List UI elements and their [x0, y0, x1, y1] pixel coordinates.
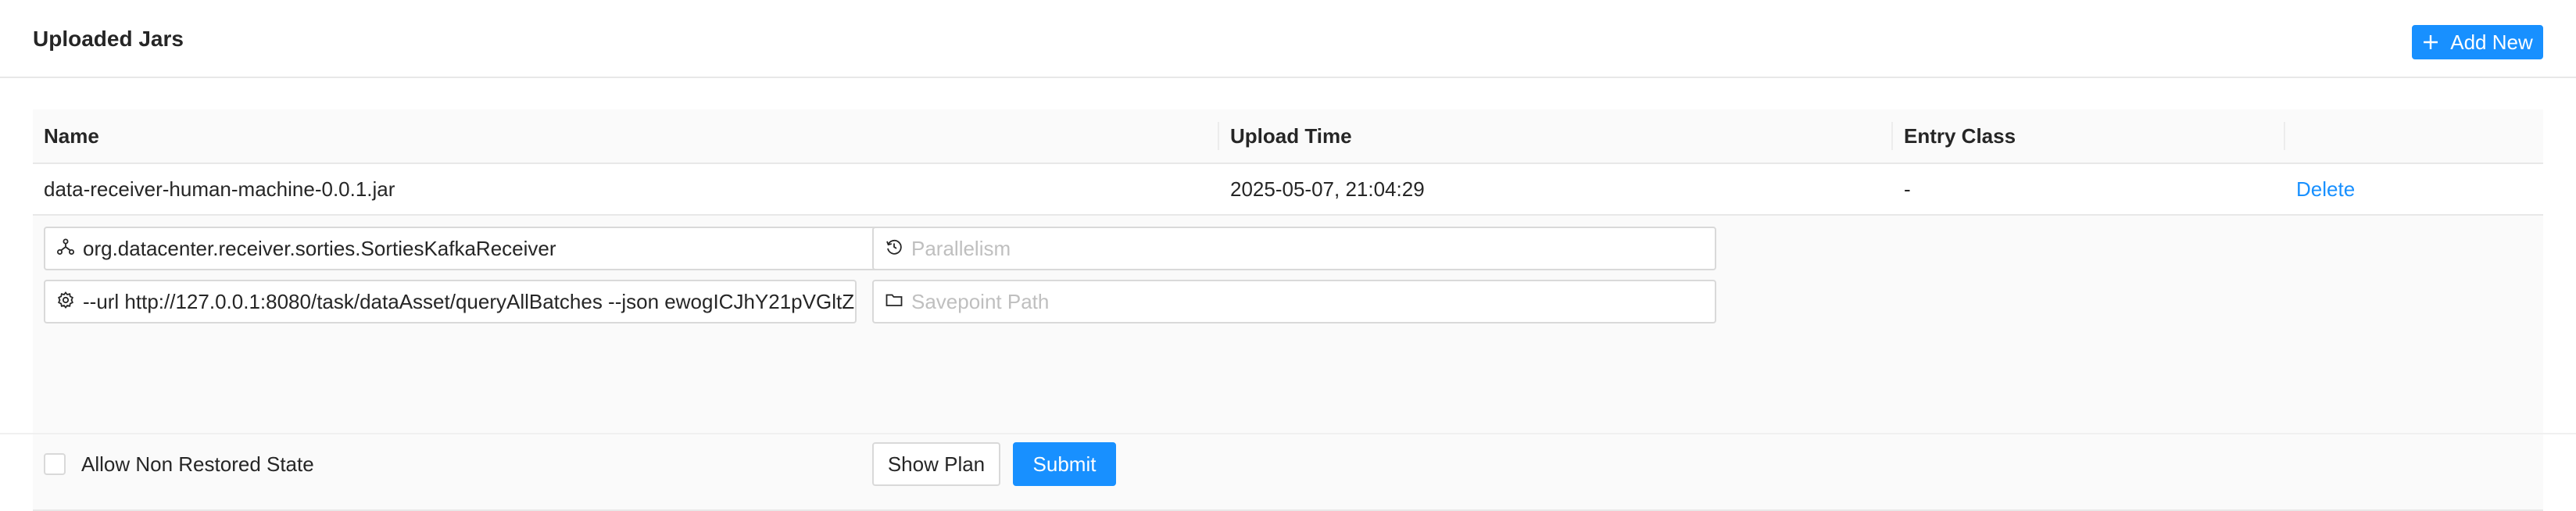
plus-icon — [2422, 34, 2439, 51]
allow-non-restored-state-label: Allow Non Restored State — [81, 452, 314, 476]
show-plan-button[interactable]: Show Plan — [872, 442, 1000, 486]
jar-entry-class: - — [1904, 177, 1911, 201]
submit-button[interactable]: Submit — [1013, 442, 1116, 486]
card-header: Uploaded Jars Add New — [0, 0, 2576, 78]
program-args-input[interactable] — [83, 289, 855, 314]
submit-job-form: Allow Non Restored State Show Plan Submi… — [33, 216, 2543, 511]
card-title: Uploaded Jars — [33, 27, 184, 51]
allow-non-restored-state-checkbox[interactable] — [44, 453, 66, 475]
column-header-actions — [2285, 109, 2543, 163]
table-header: Name Upload Time Entry Class — [33, 109, 2543, 164]
add-new-label: Add New — [2450, 30, 2533, 54]
cluster-icon — [56, 238, 83, 260]
add-new-button[interactable]: Add New — [2412, 25, 2543, 59]
entry-class-input[interactable] — [83, 236, 894, 261]
parallelism-input[interactable] — [911, 236, 1715, 261]
allow-non-restored-state[interactable]: Allow Non Restored State — [44, 448, 314, 480]
setting-icon — [56, 291, 83, 313]
history-icon — [885, 238, 911, 260]
uploaded-jars-card: Uploaded Jars Add New Name Upload Time E… — [0, 0, 2576, 511]
table-row[interactable]: data-receiver-human-machine-0.0.1.jar 20… — [33, 164, 2543, 216]
folder-icon — [885, 291, 911, 313]
program-args-field[interactable] — [44, 280, 857, 323]
parallelism-field[interactable] — [872, 227, 1716, 270]
column-header-upload-time: Upload Time — [1230, 124, 1352, 148]
delete-link[interactable]: Delete — [2285, 164, 2355, 214]
savepoint-path-field[interactable] — [872, 280, 1716, 323]
jar-upload-time: 2025-05-07, 21:04:29 — [1230, 177, 1425, 201]
savepoint-path-input[interactable] — [911, 289, 1715, 314]
card-bottom-divider — [0, 433, 2576, 434]
column-header-name: Name — [44, 124, 99, 148]
entry-class-field[interactable] — [44, 227, 896, 270]
column-header-entry-class: Entry Class — [1904, 124, 2016, 148]
jar-name: data-receiver-human-machine-0.0.1.jar — [44, 177, 395, 201]
